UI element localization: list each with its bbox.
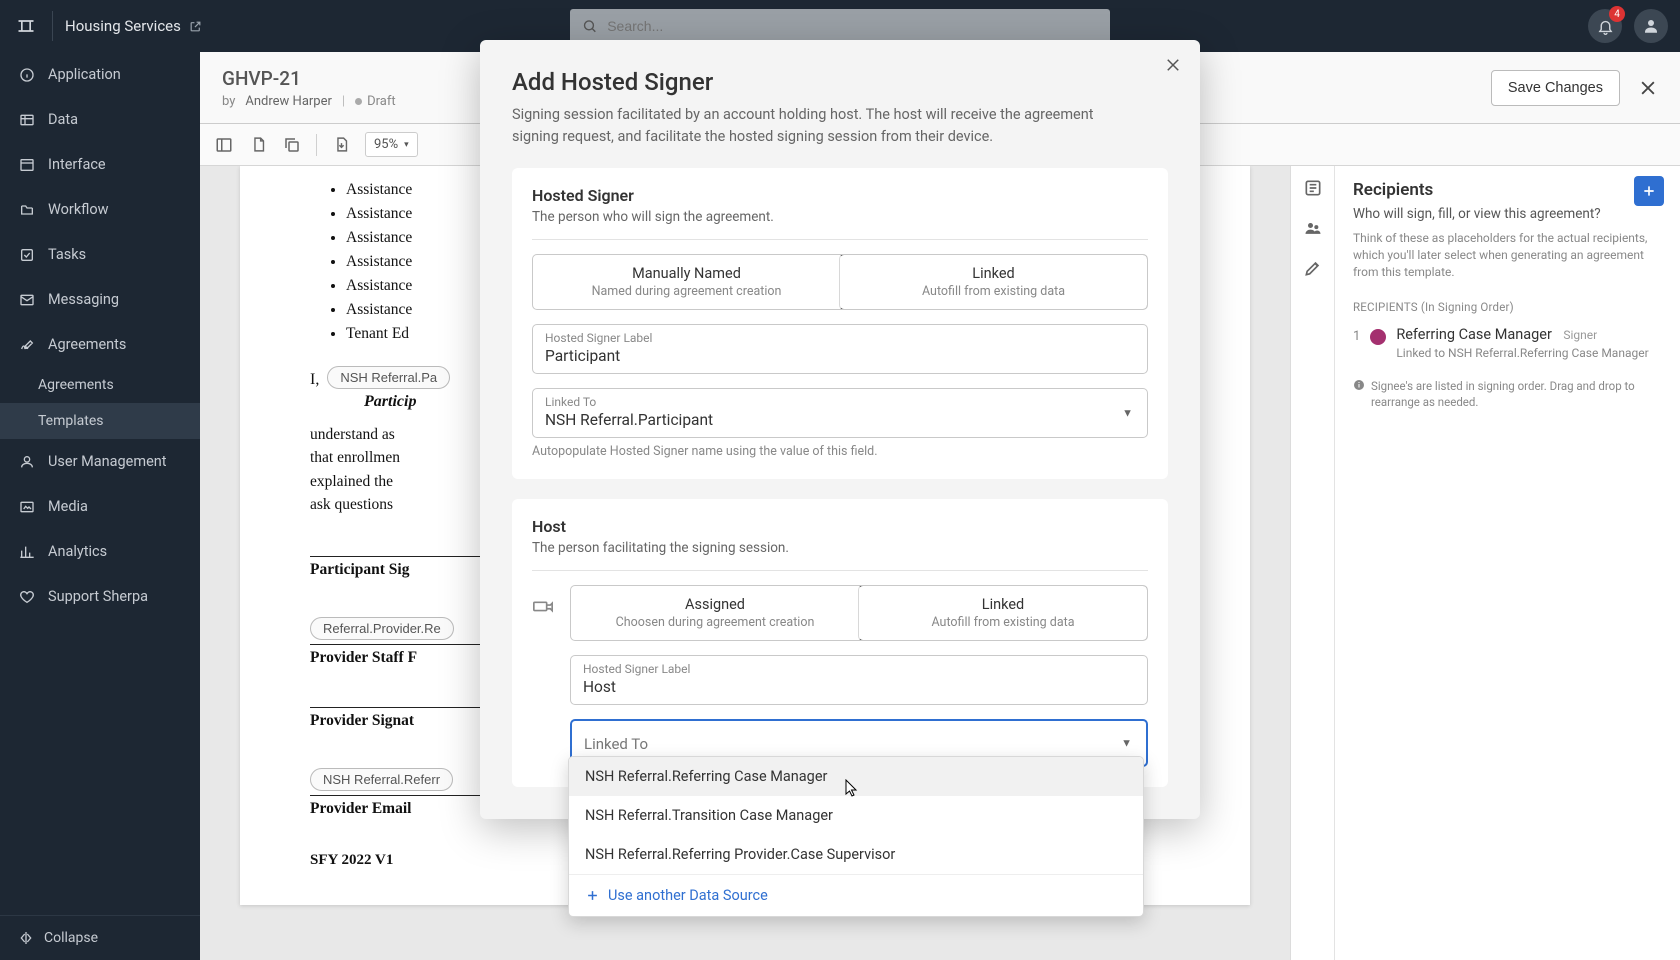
seg-opt-linked[interactable]: Linked Autofill from existing data bbox=[839, 254, 1148, 310]
modal-description: Signing session facilitated by an accoun… bbox=[512, 104, 1112, 148]
host-mode-segment: Assigned Choosen during agreement creati… bbox=[570, 585, 1148, 641]
host-sub: The person facilitating the signing sess… bbox=[532, 540, 1148, 556]
host-linked-to-options: NSH Referral.Referring Case Manager NSH … bbox=[568, 756, 1144, 917]
host-icon bbox=[532, 595, 554, 617]
signer-label-field[interactable]: Hosted Signer Label Participant bbox=[532, 324, 1148, 374]
seg-opt-assigned[interactable]: Assigned Choosen during agreement creati… bbox=[571, 586, 859, 640]
chevron-down-icon: ▼ bbox=[1121, 736, 1132, 749]
dropdown-option[interactable]: NSH Referral.Transition Case Manager bbox=[569, 796, 1143, 835]
dropdown-option[interactable]: NSH Referral.Referring Case Manager bbox=[569, 757, 1143, 796]
hosted-signer-heading: Hosted Signer bbox=[532, 186, 1148, 205]
signer-helper-text: Autopopulate Hosted Signer name using th… bbox=[532, 444, 1148, 459]
modal-overlay: Add Hosted Signer Signing session facili… bbox=[0, 0, 1680, 960]
use-another-data-source[interactable]: Use another Data Source bbox=[569, 874, 1143, 916]
seg-opt-host-linked[interactable]: Linked Autofill from existing data bbox=[858, 585, 1148, 641]
host-heading: Host bbox=[532, 517, 1148, 536]
hosted-signer-card: Hosted Signer The person who will sign t… bbox=[512, 168, 1168, 479]
host-card: Host The person facilitating the signing… bbox=[512, 499, 1168, 787]
modal-title: Add Hosted Signer bbox=[512, 68, 1168, 96]
seg-opt-manual[interactable]: Manually Named Named during agreement cr… bbox=[533, 255, 840, 309]
close-icon[interactable] bbox=[1164, 56, 1182, 74]
host-label-field[interactable]: Hosted Signer Label Host bbox=[570, 655, 1148, 705]
signer-mode-segment: Manually Named Named during agreement cr… bbox=[532, 254, 1148, 310]
signer-linked-to-dropdown[interactable]: Linked To NSH Referral.Participant ▼ bbox=[532, 388, 1148, 438]
chevron-down-icon: ▼ bbox=[1122, 406, 1133, 419]
add-hosted-signer-modal: Add Hosted Signer Signing session facili… bbox=[480, 40, 1200, 819]
dropdown-option[interactable]: NSH Referral.Referring Provider.Case Sup… bbox=[569, 835, 1143, 874]
hosted-signer-sub: The person who will sign the agreement. bbox=[532, 209, 1148, 225]
